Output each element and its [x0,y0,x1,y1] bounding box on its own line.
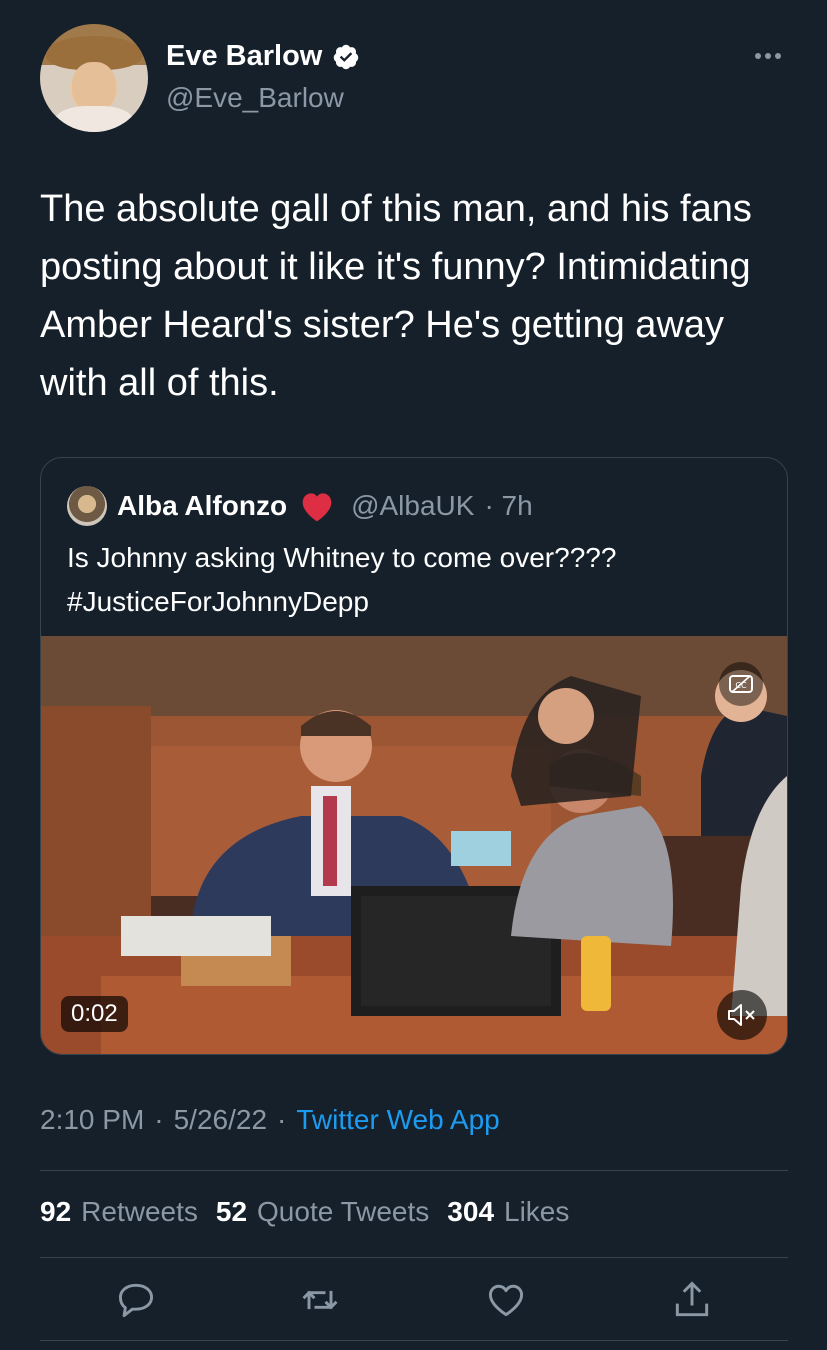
likes-count: 304 [447,1196,495,1227]
author-avatar[interactable] [40,24,148,132]
more-options-icon[interactable] [755,46,785,66]
tweet-time[interactable]: 2:10 PM [40,1104,144,1136]
meta-separator: · [154,1104,164,1135]
volume-muted-icon[interactable] [717,990,767,1040]
author-display-name[interactable]: Eve Barlow [166,40,322,73]
closed-captions-icon[interactable]: CC [719,662,763,706]
quote-tweets-count: 52 [215,1196,248,1227]
quoted-author-handle: @AlbaUK [351,490,475,521]
divider [40,1257,788,1258]
like-heart-icon[interactable] [484,1278,528,1322]
quoted-time: · 7h [484,490,533,521]
action-bar [40,1278,788,1328]
tweet-text: The absolute gall of this man, and his f… [40,188,752,404]
quote-tweets-stat[interactable]: 52 Quote Tweets [216,1196,429,1228]
author-handle[interactable]: @Eve_Barlow [166,82,344,114]
red-heart-emoji-icon [302,493,332,522]
avatar-shirt [54,106,134,132]
likes-label: Likes [504,1196,570,1227]
more-dot [775,53,781,59]
quoted-tweet-text: Is Johnny asking Whitney to come over???… [67,536,767,624]
engagement-stats: 92 Retweets 52 Quote Tweets 304 Likes [40,1196,569,1228]
retweets-stat[interactable]: 92 Retweets [40,1196,198,1228]
quoted-tweet-header: Alba Alfonzo @AlbaUK · 7h [67,486,533,526]
video-duration: 0:02 [61,996,128,1032]
video-frame [41,636,787,1054]
retweet-icon[interactable] [298,1278,342,1322]
quote-tweets-label: Quote Tweets [257,1196,430,1227]
quoted-author-avatar [67,486,107,526]
svg-text:CC: CC [735,681,747,690]
tweet-date[interactable]: 5/26/22 [174,1104,267,1136]
share-icon[interactable] [670,1278,714,1322]
quoted-hashtag[interactable]: #JusticeForJohnnyDepp [67,580,767,624]
quoted-tweet[interactable]: Alba Alfonzo @AlbaUK · 7h Is Johnny aski… [40,457,788,1055]
more-dot [765,53,771,59]
reply-icon[interactable] [114,1278,158,1322]
quoted-text-line: Is Johnny asking Whitney to come over???… [67,542,617,573]
avatar-face [72,62,116,112]
likes-stat[interactable]: 304 Likes [447,1196,569,1228]
quoted-author-name: Alba Alfonzo [117,490,288,521]
retweets-count: 92 [40,1196,72,1227]
video-player[interactable]: CC 0:02 [41,636,787,1054]
divider [40,1170,788,1171]
tweet-detail: Eve Barlow @Eve_Barlow The absolute gall… [0,0,827,1350]
tweet-source-link[interactable]: Twitter Web App [296,1104,499,1136]
tweet-metadata: 2:10 PM · 5/26/22 · Twitter Web App [40,1104,500,1136]
author-name-row[interactable]: Eve Barlow [166,40,360,73]
retweets-label: Retweets [81,1196,198,1227]
more-dot [755,53,761,59]
verified-badge-icon [334,44,359,69]
divider [40,1340,788,1341]
meta-separator: · [277,1104,287,1135]
